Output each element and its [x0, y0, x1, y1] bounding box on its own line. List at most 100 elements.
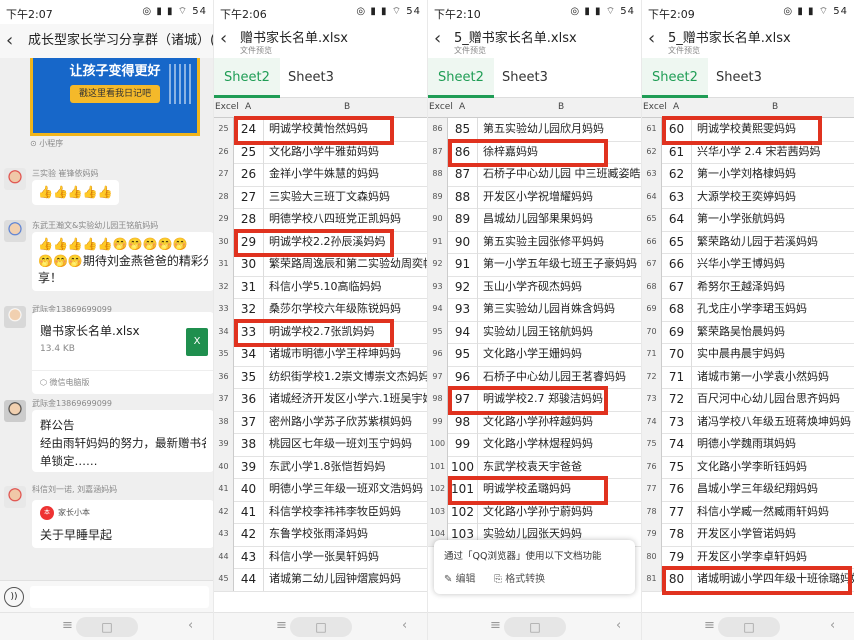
cell-b[interactable]: 科信学校李祎祎李牧臣妈妈: [264, 501, 427, 524]
cell-b[interactable]: 实中晨冉晨宇妈妈: [692, 343, 854, 366]
cell-a[interactable]: 36: [234, 388, 264, 411]
cell-a[interactable]: 31: [234, 275, 264, 298]
cell-a[interactable]: 69: [662, 320, 692, 343]
cell-b[interactable]: 科信小学臧一然臧雨轩妈妈: [692, 501, 854, 524]
cell-b[interactable]: 桃园区七年级一班刘玉宁妈妈: [264, 433, 427, 456]
cell-b[interactable]: 第三实验幼儿园肖姝含妈妈: [478, 298, 641, 321]
back-nav-icon[interactable]: ‹: [830, 618, 835, 633]
cell-a[interactable]: 79: [662, 545, 692, 568]
back-arrow-icon[interactable]: ‹: [434, 28, 441, 49]
cell-b[interactable]: 第一小学刘格棣妈妈: [692, 163, 854, 186]
cell-b[interactable]: 东武学校袁天宇爸爸: [478, 456, 641, 479]
cell-a[interactable]: 35: [234, 365, 264, 388]
cell-a[interactable]: 91: [448, 253, 478, 276]
tab-sheet2[interactable]: Sheet2: [642, 58, 708, 98]
cell-a[interactable]: 99: [448, 433, 478, 456]
format-convert-button[interactable]: ⎘ 格式转换: [494, 570, 545, 585]
cell-a[interactable]: 42: [234, 523, 264, 546]
cell-b[interactable]: 昌城小学三年级纪翔妈妈: [692, 478, 854, 501]
cell-b[interactable]: 第一小学张航妈妈: [692, 208, 854, 231]
cell-b[interactable]: 纺织街学校1.2崇文博崇文杰妈妈: [264, 366, 427, 389]
cell-b[interactable]: 开发区小学管诺妈妈: [692, 523, 854, 546]
tab-sheet2[interactable]: Sheet2: [214, 58, 280, 98]
message-input[interactable]: [30, 586, 209, 608]
message-bubble[interactable]: 👍👍👍👍👍🤭🤭🤭🤭🤭 🤭🤭🤭期待刘金燕爸爸的精彩分 享！: [32, 232, 213, 291]
article-card-message[interactable]: 本 家长小本 关于早睡早起: [32, 500, 213, 548]
home-button[interactable]: □: [290, 617, 352, 637]
cell-a[interactable]: 70: [662, 343, 692, 366]
cell-a[interactable]: 77: [662, 500, 692, 523]
cell-a[interactable]: 41: [234, 500, 264, 523]
back-arrow-icon[interactable]: ‹: [220, 28, 227, 49]
home-button[interactable]: □: [76, 617, 138, 637]
cell-b[interactable]: 诸城经济开发区小学六.1班吴宇妈: [264, 388, 427, 411]
cell-b[interactable]: 三实验大三班丁文森妈妈: [264, 186, 427, 209]
cell-a[interactable]: 88: [448, 185, 478, 208]
back-nav-icon[interactable]: ‹: [402, 618, 407, 633]
file-message[interactable]: 赠书家长名单.xlsx 13.4 KB X ⬡ 微信电脑版: [32, 312, 213, 394]
cell-b[interactable]: 昌城幼儿园邹果果妈妈: [478, 208, 641, 231]
avatar[interactable]: [4, 306, 26, 328]
cell-b[interactable]: 金祥小学牛姝慧的妈妈: [264, 163, 427, 186]
cell-a[interactable]: 74: [662, 433, 692, 456]
cell-a[interactable]: 44: [234, 568, 264, 591]
cell-b[interactable]: 实验幼儿园王铭航妈妈: [478, 321, 641, 344]
cell-b[interactable]: 孔戈庄小学李珺玉妈妈: [692, 298, 854, 321]
cell-b[interactable]: 兴华小学王博妈妈: [692, 253, 854, 276]
cell-b[interactable]: 东武小学1.8张恺哲妈妈: [264, 456, 427, 479]
cell-a[interactable]: 75: [662, 455, 692, 478]
cell-a[interactable]: 78: [662, 523, 692, 546]
avatar[interactable]: [4, 220, 26, 242]
cell-b[interactable]: 繁荣路幼儿园于若溪妈妈: [692, 231, 854, 254]
back-nav-icon[interactable]: ‹: [616, 618, 621, 633]
cell-a[interactable]: 89: [448, 208, 478, 231]
spreadsheet-grid[interactable]: Excel A B 61 60 明诚学校黄熙雯妈妈 62 61 兴华小学 2.4 宋若茜妈妈 63…: [642, 98, 854, 612]
cell-a[interactable]: 67: [662, 275, 692, 298]
cell-a[interactable]: 68: [662, 298, 692, 321]
cell-a[interactable]: 65: [662, 230, 692, 253]
tab-sheet2[interactable]: Sheet2: [428, 58, 494, 98]
cell-b[interactable]: 石桥子中心幼儿园王茗睿妈妈: [478, 366, 641, 389]
back-arrow-icon[interactable]: ‹: [648, 28, 655, 49]
cell-b[interactable]: 开发区小学祝增耀妈妈: [478, 186, 641, 209]
cell-b[interactable]: 科信小学5.10高临妈妈: [264, 276, 427, 299]
browser-feature-popup[interactable]: 通过「QQ浏览器」使用以下文档功能 ✎ 编辑 ⎘ 格式转换: [434, 540, 635, 594]
cell-a[interactable]: 92: [448, 275, 478, 298]
cell-b[interactable]: 诸冯学校八年级五班蒋焕坤妈妈: [692, 411, 854, 434]
cell-a[interactable]: 71: [662, 365, 692, 388]
tab-sheet3[interactable]: Sheet3: [706, 58, 772, 98]
cell-a[interactable]: 100: [448, 455, 478, 478]
cell-a[interactable]: 72: [662, 388, 692, 411]
cell-b[interactable]: 第五实验幼儿园欣月妈妈: [478, 118, 641, 141]
mini-program-banner[interactable]: 让孩子变得更好 戳这里看我日记吧: [30, 58, 200, 136]
chat-messages[interactable]: 让孩子变得更好 戳这里看我日记吧 ⊙ 小程序 三实验 崔锋依妈妈 👍👍👍👍👍 东…: [0, 58, 213, 580]
cell-b[interactable]: 繁荣路吴怡晨妈妈: [692, 321, 854, 344]
cell-b[interactable]: 大源学校王奕婷妈妈: [692, 186, 854, 209]
cell-a[interactable]: 63: [662, 185, 692, 208]
cell-a[interactable]: 37: [234, 410, 264, 433]
cell-b[interactable]: 玉山小学齐砚杰妈妈: [478, 276, 641, 299]
menu-icon[interactable]: ≡: [704, 618, 715, 633]
cell-a[interactable]: 90: [448, 230, 478, 253]
cell-b[interactable]: 文化路小学李昕钰妈妈: [692, 456, 854, 479]
avatar[interactable]: [4, 486, 26, 508]
tab-sheet3[interactable]: Sheet3: [492, 58, 558, 98]
cell-a[interactable]: 85: [448, 118, 478, 141]
cell-a[interactable]: 66: [662, 253, 692, 276]
cell-b[interactable]: 科信小学一张昊轩妈妈: [264, 546, 427, 569]
cell-b[interactable]: 明德小学魏雨琪妈妈: [692, 433, 854, 456]
cell-a[interactable]: 94: [448, 320, 478, 343]
cell-a[interactable]: 96: [448, 365, 478, 388]
cell-a[interactable]: 40: [234, 478, 264, 501]
edit-button[interactable]: ✎ 编辑: [444, 570, 476, 585]
cell-a[interactable]: 26: [234, 163, 264, 186]
cell-b[interactable]: 开发区小学李卓轩妈妈: [692, 546, 854, 569]
cell-b[interactable]: 第一小学五年级七班王子豪妈妈: [478, 253, 641, 276]
cell-b[interactable]: 诸城市第一小学袁小然妈妈: [692, 366, 854, 389]
cell-b[interactable]: 文化路小学林煜程妈妈: [478, 433, 641, 456]
cell-a[interactable]: 95: [448, 343, 478, 366]
cell-a[interactable]: 43: [234, 545, 264, 568]
menu-icon[interactable]: ≡: [276, 618, 287, 633]
banner-button[interactable]: 戳这里看我日记吧: [70, 85, 160, 103]
cell-b[interactable]: 东鲁学校张雨泽妈妈: [264, 523, 427, 546]
